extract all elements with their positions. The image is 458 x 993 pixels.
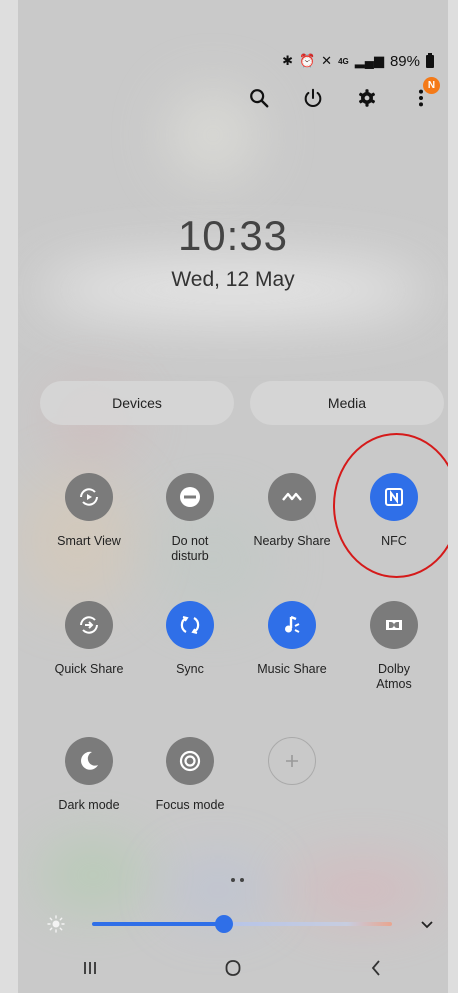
search-icon [250, 89, 269, 108]
gear-icon [359, 89, 375, 107]
tile-do-not-disturb[interactable]: Do not disturb [140, 473, 240, 564]
brightness-slider[interactable] [92, 922, 392, 926]
tile-circle [166, 737, 214, 785]
home-button[interactable] [213, 953, 253, 983]
date: Wed, 12 May [171, 268, 295, 291]
tile-label: Dark mode [58, 798, 120, 812]
recents-icon [83, 962, 96, 974]
tile-circle [268, 473, 316, 521]
tile-quick-share[interactable]: Quick Share [39, 601, 139, 677]
tile-dolby-atmos[interactable]: Dolby Atmos [344, 601, 444, 692]
tile-label: Nearby Share [253, 534, 331, 548]
signal-icon: ▂▄▆ [354, 53, 384, 68]
battery-icon [426, 52, 434, 68]
tile-circle [268, 737, 316, 785]
tile-sync[interactable]: Sync [140, 601, 240, 677]
tile-circle [166, 601, 214, 649]
back-icon [372, 960, 380, 976]
page-dot [240, 878, 244, 882]
search-button[interactable] [246, 85, 272, 111]
mute-icon: ✕ [321, 53, 333, 68]
smart-view-icon [80, 488, 98, 506]
tile-dark-mode[interactable]: Dark mode [39, 737, 139, 813]
tile-circle [65, 601, 113, 649]
brightness-control [18, 912, 448, 936]
frame-left [0, 0, 18, 993]
status-bar: ✱ ⏰ ✕ 4G ▂▄▆ 89% [282, 51, 434, 71]
tile-focus-mode[interactable]: Focus mode [140, 737, 240, 813]
page-indicator [231, 878, 244, 882]
tile-label: Dolby Atmos [376, 662, 412, 691]
brightness-slider-thumb[interactable] [215, 915, 233, 933]
tile-label: Quick Share [54, 662, 124, 676]
network-type-icon: 4G [338, 56, 349, 66]
dark-mode-icon [81, 751, 98, 770]
bluetooth-icon: ✱ [282, 53, 293, 68]
frame-right [448, 0, 458, 993]
notification-badge: N [423, 77, 440, 94]
tile-label: Smart View [57, 534, 121, 548]
tile-circle [65, 473, 113, 521]
tile-label: Focus mode [155, 798, 225, 812]
page-dot [231, 878, 235, 882]
tile-music-share[interactable]: Music Share [242, 601, 342, 677]
focus-mode-icon [179, 750, 201, 772]
power-icon [304, 88, 322, 107]
dolby-atmos-icon [386, 620, 402, 630]
chevron-down-icon[interactable] [418, 915, 436, 933]
tile-add[interactable] [242, 737, 342, 798]
battery-percent: 89% [389, 52, 420, 70]
tile-nearby-share[interactable]: Nearby Share [242, 473, 342, 549]
devices-button[interactable]: Devices [40, 381, 234, 425]
back-button[interactable] [356, 953, 396, 983]
media-button[interactable]: Media [250, 381, 444, 425]
tile-smart-view[interactable]: Smart View [39, 473, 139, 549]
brightness-sun-icon [47, 915, 65, 933]
quick-panel-actions: N [246, 77, 440, 111]
nfc-highlight-ring [333, 433, 448, 578]
tile-label: Do not disturb [171, 534, 209, 563]
settings-button[interactable] [354, 85, 380, 111]
tile-circle [370, 601, 418, 649]
alarm-icon: ⏰ [298, 53, 316, 68]
sync-icon [180, 616, 200, 634]
tile-circle [65, 737, 113, 785]
clock: 10:33 [177, 212, 289, 259]
nearby-share-icon [282, 492, 302, 501]
recents-button[interactable] [70, 953, 110, 983]
quick-share-icon [80, 616, 98, 634]
do-not-disturb-icon [180, 487, 200, 507]
tile-circle [268, 601, 316, 649]
music-share-icon [285, 615, 300, 633]
quick-panel: ✱ ⏰ ✕ 4G ▂▄▆ 89% N 10:33 Wed, 12 May Dev… [18, 0, 448, 993]
tile-label: Sync [176, 662, 204, 676]
tile-circle [166, 473, 214, 521]
home-icon [225, 960, 241, 976]
power-button[interactable] [300, 85, 326, 111]
navigation-bar [18, 943, 448, 993]
add-icon [286, 755, 298, 767]
more-options-button[interactable]: N [408, 77, 440, 111]
tile-label: Music Share [257, 662, 327, 676]
